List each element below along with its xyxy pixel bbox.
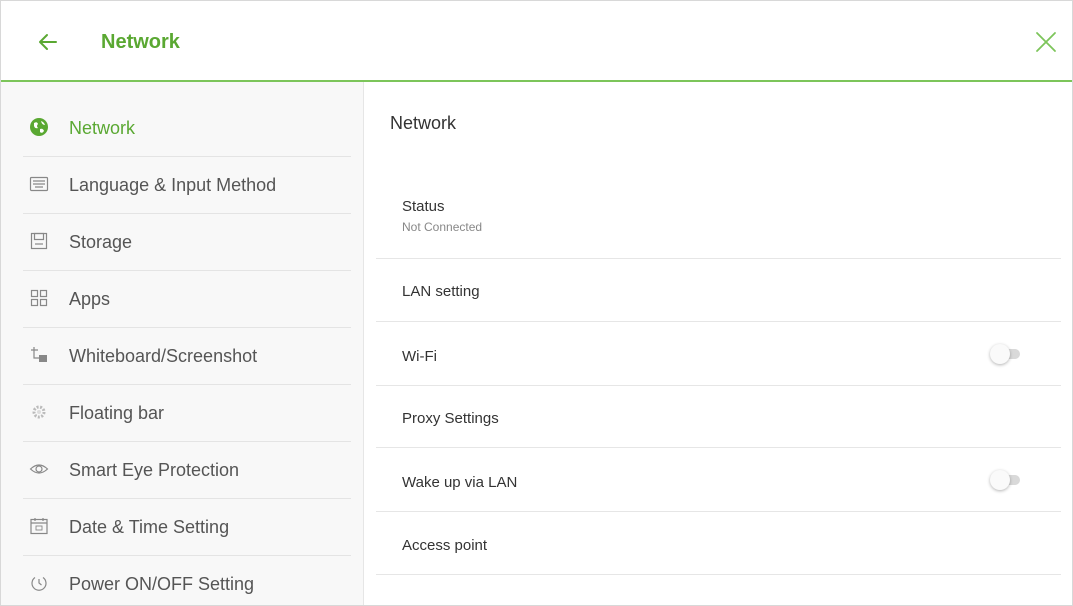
sidebar: Network Language & Input Method Storage xyxy=(1,82,364,605)
globe-icon xyxy=(30,118,48,136)
sidebar-item-label: Smart Eye Protection xyxy=(69,460,240,480)
page-title: Network xyxy=(101,31,180,53)
sidebar-item-network[interactable]: Network xyxy=(23,100,351,157)
wake-on-lan-toggle[interactable] xyxy=(986,468,1026,492)
gear-icon xyxy=(32,405,46,419)
wifi-toggle[interactable] xyxy=(986,342,1026,366)
wake-on-lan-label: Wake up via LAN xyxy=(402,474,518,491)
status-row[interactable]: Status Not Connected xyxy=(376,174,1061,259)
sidebar-item-label: Language & Input Method xyxy=(69,175,277,195)
close-icon[interactable] xyxy=(1034,30,1058,54)
sidebar-item-label: Network xyxy=(69,118,136,138)
sidebar-item-apps[interactable]: Apps xyxy=(23,271,351,328)
sidebar-item-label: Floating bar xyxy=(69,403,165,423)
storage-icon xyxy=(30,232,48,250)
proxy-settings-label: Proxy Settings xyxy=(402,410,499,427)
back-arrow-icon[interactable] xyxy=(37,31,59,53)
sidebar-item-storage[interactable]: Storage xyxy=(23,214,351,271)
sidebar-item-floating-bar[interactable]: Floating bar xyxy=(23,385,351,442)
sidebar-item-label: Power ON/OFF Setting xyxy=(69,574,255,594)
status-label: Status xyxy=(402,198,445,215)
sidebar-item-label: Storage xyxy=(69,232,133,252)
toggle-knob xyxy=(990,344,1010,364)
sidebar-item-label: Date & Time Setting xyxy=(69,517,230,537)
wifi-label: Wi-Fi xyxy=(402,348,437,365)
toggle-knob xyxy=(990,470,1010,490)
section-title: Network xyxy=(390,113,457,133)
status-value: Not Connected xyxy=(402,220,483,234)
lan-setting-label: LAN setting xyxy=(402,283,480,300)
content-panel: Network Status Not Connected LAN setting… xyxy=(364,82,1072,605)
proxy-settings-row[interactable]: Proxy Settings xyxy=(376,386,1061,448)
sidebar-item-whiteboard[interactable]: Whiteboard/Screenshot xyxy=(23,328,351,385)
power-icon xyxy=(31,577,47,591)
sidebar-item-language[interactable]: Language & Input Method xyxy=(23,157,351,214)
eye-icon xyxy=(29,464,49,474)
lan-setting-row[interactable]: LAN setting xyxy=(376,259,1061,322)
sidebar-item-label: Whiteboard/Screenshot xyxy=(69,346,258,366)
apps-grid-icon xyxy=(30,289,48,307)
keyboard-icon xyxy=(29,176,49,192)
wifi-row[interactable]: Wi-Fi xyxy=(376,322,1061,386)
calendar-icon xyxy=(30,518,48,535)
wake-on-lan-row[interactable]: Wake up via LAN xyxy=(376,448,1061,512)
access-point-label: Access point xyxy=(402,537,488,554)
sidebar-item-label: Apps xyxy=(69,289,111,309)
whiteboard-icon xyxy=(31,347,47,362)
sidebar-item-eye-protection[interactable]: Smart Eye Protection xyxy=(23,442,351,499)
access-point-row[interactable]: Access point xyxy=(376,512,1061,575)
sidebar-item-date-time[interactable]: Date & Time Setting xyxy=(23,499,351,556)
sidebar-item-power[interactable]: Power ON/OFF Setting xyxy=(23,556,351,605)
settings-window: Network Network Language & Input Method xyxy=(0,0,1073,606)
header-bar: Network xyxy=(1,1,1072,82)
